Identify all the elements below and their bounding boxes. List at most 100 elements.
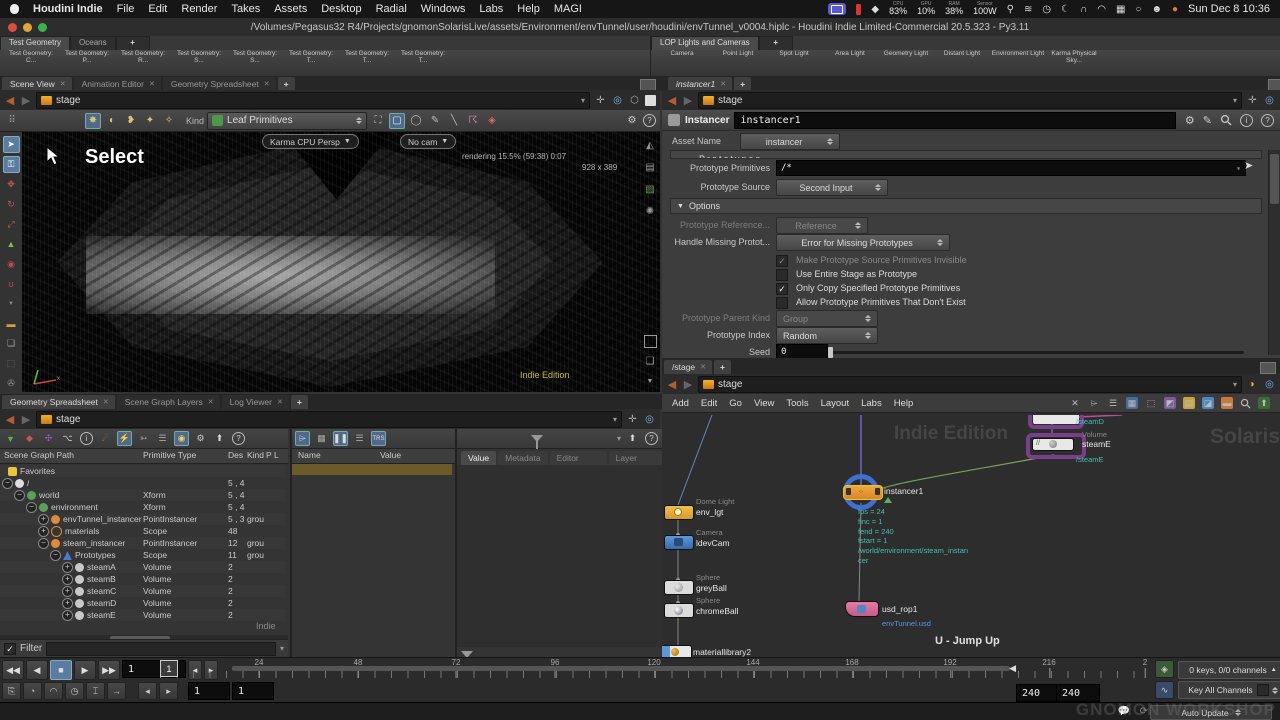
prototype-index-dropdown[interactable]: Random bbox=[776, 327, 878, 344]
tab-scene-view[interactable]: Scene View✕ bbox=[2, 77, 72, 91]
table-row[interactable]: +steamB Volume 2 bbox=[0, 573, 285, 585]
headphones-icon[interactable]: ∩ bbox=[1080, 4, 1087, 15]
table-row[interactable]: −Prototypes Scope 11 grou bbox=[0, 549, 285, 561]
snapshot-icon[interactable]: ⬡ bbox=[628, 94, 641, 107]
go-to-start-button[interactable]: ◀◀ bbox=[2, 660, 24, 680]
pin-icon[interactable]: ✛ bbox=[1246, 94, 1259, 107]
net-menu-edit[interactable]: Edit bbox=[701, 398, 717, 409]
checkbox-allow-missing[interactable] bbox=[776, 297, 788, 309]
keyframe-colors-icon[interactable]: ◈ bbox=[1155, 660, 1174, 678]
sceneview-path-field[interactable]: stage ▾ bbox=[36, 92, 590, 109]
grid-snap-icon[interactable]: ⬚ bbox=[1145, 397, 1157, 409]
col-value[interactable]: Value bbox=[380, 449, 401, 461]
shelf-tool[interactable]: Test Geometry: R... bbox=[116, 50, 170, 76]
help-icon[interactable]: ? bbox=[231, 431, 246, 446]
gear-icon[interactable]: ⚙ bbox=[624, 113, 640, 129]
chevron-down-icon[interactable]: ▾ bbox=[613, 415, 617, 424]
back-arrow-icon[interactable]: ◀ bbox=[4, 94, 16, 107]
menu-file[interactable]: File bbox=[117, 3, 135, 15]
shelf-tool-distant-light[interactable]: Distant Light bbox=[935, 50, 989, 76]
close-icon[interactable]: ✕ bbox=[264, 80, 270, 88]
select-visible-icon[interactable]: ☈ bbox=[465, 113, 481, 129]
funnel-filter-icon[interactable] bbox=[531, 435, 543, 442]
maximize-view-icon[interactable] bbox=[644, 335, 657, 348]
select-objects-icon[interactable]: ◐ bbox=[104, 113, 120, 129]
checkbox-only-copy[interactable]: ✓ bbox=[776, 283, 788, 295]
kind-dropdown[interactable]: Leaf Primitives bbox=[207, 112, 367, 130]
spreadsheet-path-field[interactable]: stage ▾ bbox=[36, 411, 622, 428]
tab-log-viewer[interactable]: Log Viewer✕ bbox=[222, 395, 289, 409]
menu-help[interactable]: Help bbox=[517, 3, 540, 15]
sensor-stat[interactable]: Sensor100W bbox=[973, 2, 997, 16]
prim-filter-icon[interactable]: ▼ bbox=[3, 431, 18, 446]
menubar-clock[interactable]: Sun Dec 8 10:36 bbox=[1188, 3, 1270, 15]
list-view-icon[interactable]: ☰ bbox=[352, 431, 367, 446]
motion-arc-icon[interactable]: ◠ bbox=[44, 682, 63, 700]
net-menu-help[interactable]: Help bbox=[894, 398, 914, 409]
view-eye-icon[interactable]: ◭ bbox=[643, 140, 657, 154]
lock-icon[interactable]: ⚿ bbox=[3, 156, 20, 173]
moon-icon[interactable]: ☾ bbox=[1061, 4, 1070, 15]
expand-icon[interactable]: + bbox=[62, 610, 73, 621]
collapse-icon[interactable]: − bbox=[50, 550, 61, 561]
export-icon[interactable]: ⬆ bbox=[212, 431, 227, 446]
snap-point-icon[interactable]: ʊ bbox=[3, 275, 20, 292]
sticky-note-icon[interactable]: ▤ bbox=[1183, 397, 1195, 409]
table-view-icon[interactable]: ▦ bbox=[314, 431, 329, 446]
screen-record-icon[interactable] bbox=[828, 3, 846, 15]
info-icon[interactable]: i bbox=[1240, 114, 1253, 127]
table-row[interactable]: +envTunnel_instancer PointInstancer 5 , … bbox=[0, 513, 285, 525]
tab-stage-network[interactable]: /stage✕ bbox=[664, 360, 712, 374]
step-back-button[interactable]: ◀ bbox=[26, 660, 48, 680]
expand-icon[interactable]: + bbox=[38, 514, 49, 525]
prim-picker-arrow-icon[interactable]: ➤ bbox=[1244, 159, 1253, 172]
collapse-icon[interactable]: − bbox=[14, 490, 25, 501]
add-pane-tab-button[interactable]: + bbox=[291, 395, 308, 409]
handle-missing-dropdown[interactable]: Error for Missing Prototypes bbox=[776, 234, 950, 251]
laser-select-icon[interactable]: ╲ bbox=[446, 113, 462, 129]
stop-button[interactable]: ■ bbox=[50, 660, 72, 680]
node-steamE[interactable]: // bbox=[1032, 438, 1074, 451]
list-icon[interactable]: ☰ bbox=[1107, 397, 1119, 409]
help-icon[interactable]: ? bbox=[644, 431, 659, 446]
shelf-tab-lop-lights[interactable]: LOP Lights and Cameras bbox=[651, 36, 759, 50]
chevron-down-icon[interactable]: ▾ bbox=[280, 644, 284, 653]
tab-instancer1[interactable]: instancer1✕ bbox=[668, 77, 732, 91]
view-lights-icon[interactable]: ✺ bbox=[643, 206, 657, 220]
keys-summary-button[interactable]: 0 keys, 0/0 channels▲ bbox=[1178, 661, 1280, 679]
node-greyBall[interactable] bbox=[664, 580, 694, 595]
net-menu-go[interactable]: Go bbox=[729, 398, 742, 409]
checkbox-entire-stage[interactable] bbox=[776, 269, 788, 281]
menu-app-name[interactable]: Houdini Indie bbox=[33, 3, 103, 15]
collapse-icon[interactable]: − bbox=[38, 538, 49, 549]
tree-list-icon[interactable]: ⌲ bbox=[1088, 397, 1100, 409]
table-row[interactable]: −steam_instancer PointInstancer 12 grou bbox=[0, 537, 285, 549]
cursor-tool-icon[interactable]: ➳ bbox=[136, 431, 151, 446]
menu-magi[interactable]: MAGI bbox=[554, 3, 582, 15]
display-options-icon[interactable] bbox=[645, 95, 656, 106]
shelf-tool-camera[interactable]: Camera bbox=[655, 50, 709, 76]
expand-icon[interactable]: + bbox=[38, 526, 49, 537]
wrench-icon[interactable]: ✕ bbox=[1069, 397, 1081, 409]
chevron-down-icon[interactable]: ▾ bbox=[617, 434, 621, 443]
pane-menu-icon[interactable] bbox=[1260, 362, 1276, 374]
node-chromeBall[interactable] bbox=[664, 603, 694, 618]
close-icon[interactable]: ✕ bbox=[149, 80, 155, 88]
search-icon[interactable] bbox=[1240, 398, 1251, 409]
zoom-window-button[interactable] bbox=[38, 23, 47, 32]
back-arrow-icon[interactable]: ◀ bbox=[666, 378, 678, 391]
node-name-label[interactable]: materiallibrary2 bbox=[693, 647, 751, 657]
snapshot-tool-icon[interactable]: ⬚ bbox=[3, 355, 20, 372]
params-path-field[interactable]: stage ▾ bbox=[698, 92, 1242, 109]
options-section-header[interactable]: ▼ Options bbox=[670, 198, 1262, 214]
shelf-tool[interactable]: Test Geometry: C... bbox=[4, 50, 58, 76]
net-menu-layout[interactable]: Layout bbox=[821, 398, 850, 409]
table-row[interactable]: +steamE Volume 2 bbox=[0, 609, 285, 621]
shelf-tool[interactable]: Test Geometry: S... bbox=[228, 50, 282, 76]
select-settings-icon[interactable]: ⛶ bbox=[370, 113, 386, 129]
range-start-bracket[interactable]: ◂ bbox=[138, 682, 157, 700]
key-all-channels-button[interactable]: Key All Channels bbox=[1178, 681, 1280, 699]
menu-assets[interactable]: Assets bbox=[274, 3, 307, 15]
layout-views-icon[interactable]: ❏ bbox=[643, 356, 657, 370]
shelf-add-tab-button[interactable]: + bbox=[116, 36, 150, 50]
